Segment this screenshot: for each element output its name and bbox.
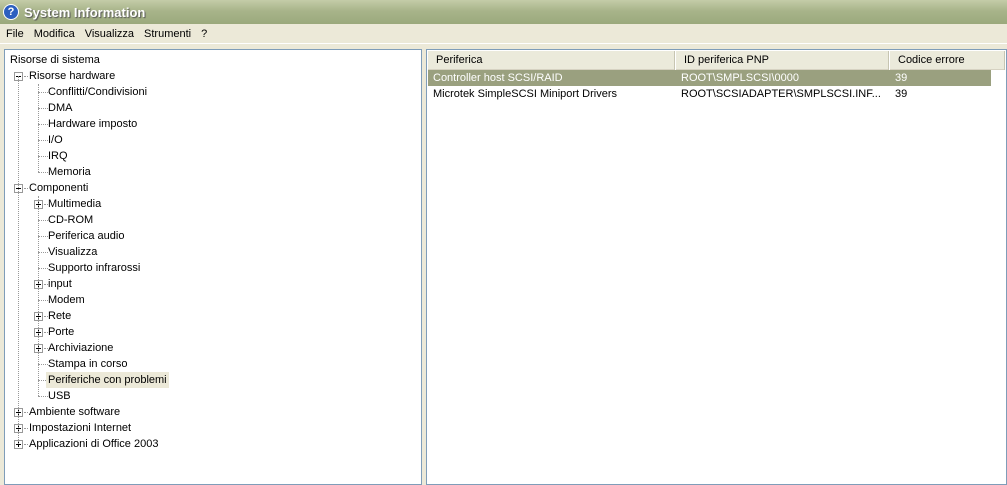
table-cell: 39 bbox=[895, 88, 908, 100]
tree-item-label: Periferiche con problemi bbox=[46, 372, 169, 388]
tree-item[interactable]: Applicazioni di Office 2003 bbox=[5, 436, 421, 452]
tree-item[interactable]: Stampa in corso bbox=[5, 356, 421, 372]
tree-item[interactable]: CD-ROM bbox=[5, 212, 421, 228]
table-cell: ROOT\SMPLSCSI\0000 bbox=[681, 72, 799, 84]
tree-item-label: Ambiente software bbox=[29, 406, 121, 418]
table-cell: 39 bbox=[895, 72, 908, 84]
tree-item[interactable]: Visualizza bbox=[5, 244, 421, 260]
tree-item-label: Applicazioni di Office 2003 bbox=[29, 438, 159, 450]
table-row[interactable]: Controller host SCSI/RAID ROOT\SMPLSCSI\0… bbox=[428, 70, 991, 86]
menu-help[interactable]: ? bbox=[196, 28, 212, 40]
tree-item-label: Archiviazione bbox=[48, 342, 114, 354]
tree-item[interactable]: input bbox=[5, 276, 421, 292]
tree-item-label: Impostazioni Internet bbox=[29, 422, 132, 434]
column-header-pnp-id[interactable]: ID periferica PNP bbox=[676, 51, 890, 70]
tree-item[interactable]: USB bbox=[5, 388, 421, 404]
tree-item[interactable]: Ambiente software bbox=[5, 404, 421, 420]
tree-item-label: Multimedia bbox=[48, 198, 102, 210]
tree-item[interactable]: Risorse hardware bbox=[5, 68, 421, 84]
category-tree[interactable]: Risorse di sistema Risorse hardware Confli… bbox=[4, 49, 422, 485]
tree-item[interactable]: Archiviazione bbox=[5, 340, 421, 356]
tree-item-label: input bbox=[48, 278, 72, 290]
tree-item[interactable]: Hardware imposto bbox=[5, 116, 421, 132]
tree-connector bbox=[38, 84, 39, 172]
tree-item-label: Memoria bbox=[48, 166, 91, 178]
title-bar: ? System Information bbox=[0, 0, 1007, 24]
column-header-periferica[interactable]: Periferica bbox=[428, 51, 676, 70]
tree-connector bbox=[18, 76, 19, 444]
tree-item[interactable]: Impostazioni Internet bbox=[5, 420, 421, 436]
tree-item[interactable]: Periferica audio bbox=[5, 228, 421, 244]
tree-item[interactable]: Modem bbox=[5, 292, 421, 308]
menu-bar: File Modifica Visualizza Strumenti ? bbox=[0, 24, 1007, 44]
tree-item[interactable]: Componenti bbox=[5, 180, 421, 196]
tree-item[interactable]: Porte bbox=[5, 324, 421, 340]
tree-item[interactable]: IRQ bbox=[5, 148, 421, 164]
tree-item-label: CD-ROM bbox=[48, 214, 94, 226]
table-cell: ROOT\SCSIADAPTER\SMPLSCSI.INF... bbox=[681, 88, 881, 100]
tree-item-label: Risorse hardware bbox=[29, 70, 116, 82]
tree-item[interactable]: Rete bbox=[5, 308, 421, 324]
column-header-error-code[interactable]: Codice errore bbox=[890, 51, 1006, 70]
tree-item-label: Porte bbox=[48, 326, 75, 338]
details-list[interactable]: Periferica ID periferica PNP Codice erro… bbox=[426, 49, 1007, 485]
tree-connector bbox=[38, 196, 39, 396]
window-title: System Information bbox=[24, 4, 146, 20]
tree-item[interactable]: Multimedia bbox=[5, 196, 421, 212]
tree-item-label: Periferica audio bbox=[48, 230, 125, 242]
tree-item-label: Modem bbox=[48, 294, 85, 306]
tree-item[interactable]: DMA bbox=[5, 100, 421, 116]
tree-item-label: Hardware imposto bbox=[48, 118, 138, 130]
tree-item-label: I/O bbox=[48, 134, 63, 146]
tree-item[interactable]: Periferiche con problemi bbox=[5, 372, 421, 388]
tree-item-label: USB bbox=[48, 390, 71, 402]
table-cell: Controller host SCSI/RAID bbox=[433, 72, 563, 84]
tree-item-label: Rete bbox=[48, 310, 72, 322]
menu-visualizza[interactable]: Visualizza bbox=[80, 28, 139, 40]
tree-item-label: Risorse di sistema bbox=[10, 54, 100, 66]
tree-item[interactable]: Risorse di sistema bbox=[5, 52, 421, 68]
tree-item-label: DMA bbox=[48, 102, 73, 114]
list-header: Periferica ID periferica PNP Codice erro… bbox=[428, 51, 1006, 70]
tree-item[interactable]: I/O bbox=[5, 132, 421, 148]
tree-item-label: Visualizza bbox=[48, 246, 98, 258]
menu-strumenti[interactable]: Strumenti bbox=[139, 28, 196, 40]
menu-modifica[interactable]: Modifica bbox=[29, 28, 80, 40]
table-cell: Microtek SimpleSCSI Miniport Drivers bbox=[433, 88, 617, 100]
tree-item-label: IRQ bbox=[48, 150, 68, 162]
menu-file[interactable]: File bbox=[1, 28, 29, 40]
table-row[interactable]: Microtek SimpleSCSI Miniport Drivers ROOT… bbox=[428, 86, 991, 102]
tree-item[interactable]: Supporto infrarossi bbox=[5, 260, 421, 276]
tree-item-label: Componenti bbox=[29, 182, 89, 194]
tree-item-label: Stampa in corso bbox=[48, 358, 128, 370]
tree-item-label: Conflitti/Condivisioni bbox=[48, 86, 148, 98]
help-question-icon: ? bbox=[3, 4, 19, 20]
tree-item-label: Supporto infrarossi bbox=[48, 262, 141, 274]
tree-item[interactable]: Memoria bbox=[5, 164, 421, 180]
tree-item[interactable]: Conflitti/Condivisioni bbox=[5, 84, 421, 100]
